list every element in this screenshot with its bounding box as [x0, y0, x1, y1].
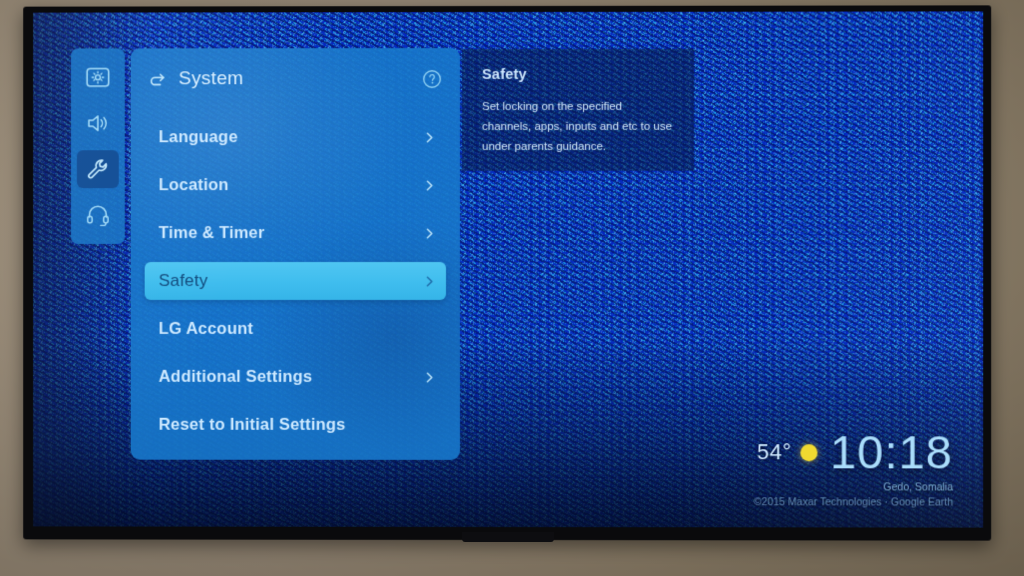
tv-screen: System Language Location Time & Timer Sa… [33, 11, 984, 528]
menu-item-label: Time & Timer [158, 223, 265, 242]
settings-category-rail [70, 48, 125, 245]
sound-settings-icon [86, 112, 110, 134]
menu-item-safety[interactable]: Safety [144, 262, 447, 300]
room-photo-scene: System Language Location Time & Timer Sa… [0, 0, 1024, 576]
menu-item-label: Location [158, 175, 229, 194]
menu-item-label: Additional Settings [158, 367, 313, 386]
attribution-credit: ©2015 Maxar Technologies · Google Earth [753, 496, 953, 509]
chevron-right-icon [423, 370, 436, 383]
system-menu-list: Language Location Time & Timer Safety LG… [131, 110, 460, 452]
description-body: Set locking on the specified channels, a… [482, 100, 673, 154]
clock-weather-widget: 54° 10:18 [757, 425, 953, 479]
system-settings-panel: System Language Location Time & Timer Sa… [130, 48, 461, 460]
support-headset-icon [86, 204, 110, 227]
sidebar-item-sound[interactable] [77, 104, 119, 142]
map-attribution: Gedo, Somalia ©2015 Maxar Technologies ·… [754, 480, 953, 512]
description-title: Safety [482, 66, 527, 84]
menu-item-label: Reset to Initial Settings [158, 415, 346, 434]
tv-stand-nub [462, 532, 554, 542]
menu-item-lg-account[interactable]: LG Account [145, 310, 446, 348]
chevron-right-icon [423, 227, 436, 240]
description-tooltip: Safety Set locking on the specified chan… [462, 48, 695, 172]
television: System Language Location Time & Timer Sa… [23, 5, 992, 541]
menu-item-language[interactable]: Language [145, 118, 446, 156]
menu-item-time-and-timer[interactable]: Time & Timer [145, 214, 446, 252]
menu-item-reset-to-initial-settings[interactable]: Reset to Initial Settings [145, 406, 446, 444]
help-circle-icon[interactable] [422, 69, 442, 89]
weather-readout: 54° [757, 439, 818, 475]
menu-item-additional-settings[interactable]: Additional Settings [145, 358, 446, 396]
menu-item-label: Safety [158, 271, 208, 290]
attribution-location: Gedo, Somalia [883, 480, 953, 493]
menu-item-label: LG Account [158, 319, 254, 338]
menu-item-label: Language [158, 127, 238, 146]
sidebar-item-general[interactable] [76, 150, 119, 189]
chevron-right-icon [423, 179, 436, 192]
picture-settings-icon [86, 67, 110, 88]
clock-time: 10:18 [829, 425, 953, 479]
chevron-right-icon [423, 274, 436, 287]
sunny-icon [800, 443, 818, 461]
panel-header: System [131, 48, 460, 110]
settings-overlay: System Language Location Time & Timer Sa… [33, 11, 983, 527]
general-settings-wrench-icon [86, 157, 110, 181]
menu-item-location[interactable]: Location [145, 166, 446, 204]
sidebar-item-picture[interactable] [77, 58, 119, 96]
temperature-label: 54° [756, 439, 792, 465]
back-arrow-icon[interactable] [147, 68, 169, 90]
chevron-right-icon [423, 131, 436, 144]
sidebar-item-support[interactable] [77, 196, 119, 234]
page-title: System [178, 68, 244, 90]
